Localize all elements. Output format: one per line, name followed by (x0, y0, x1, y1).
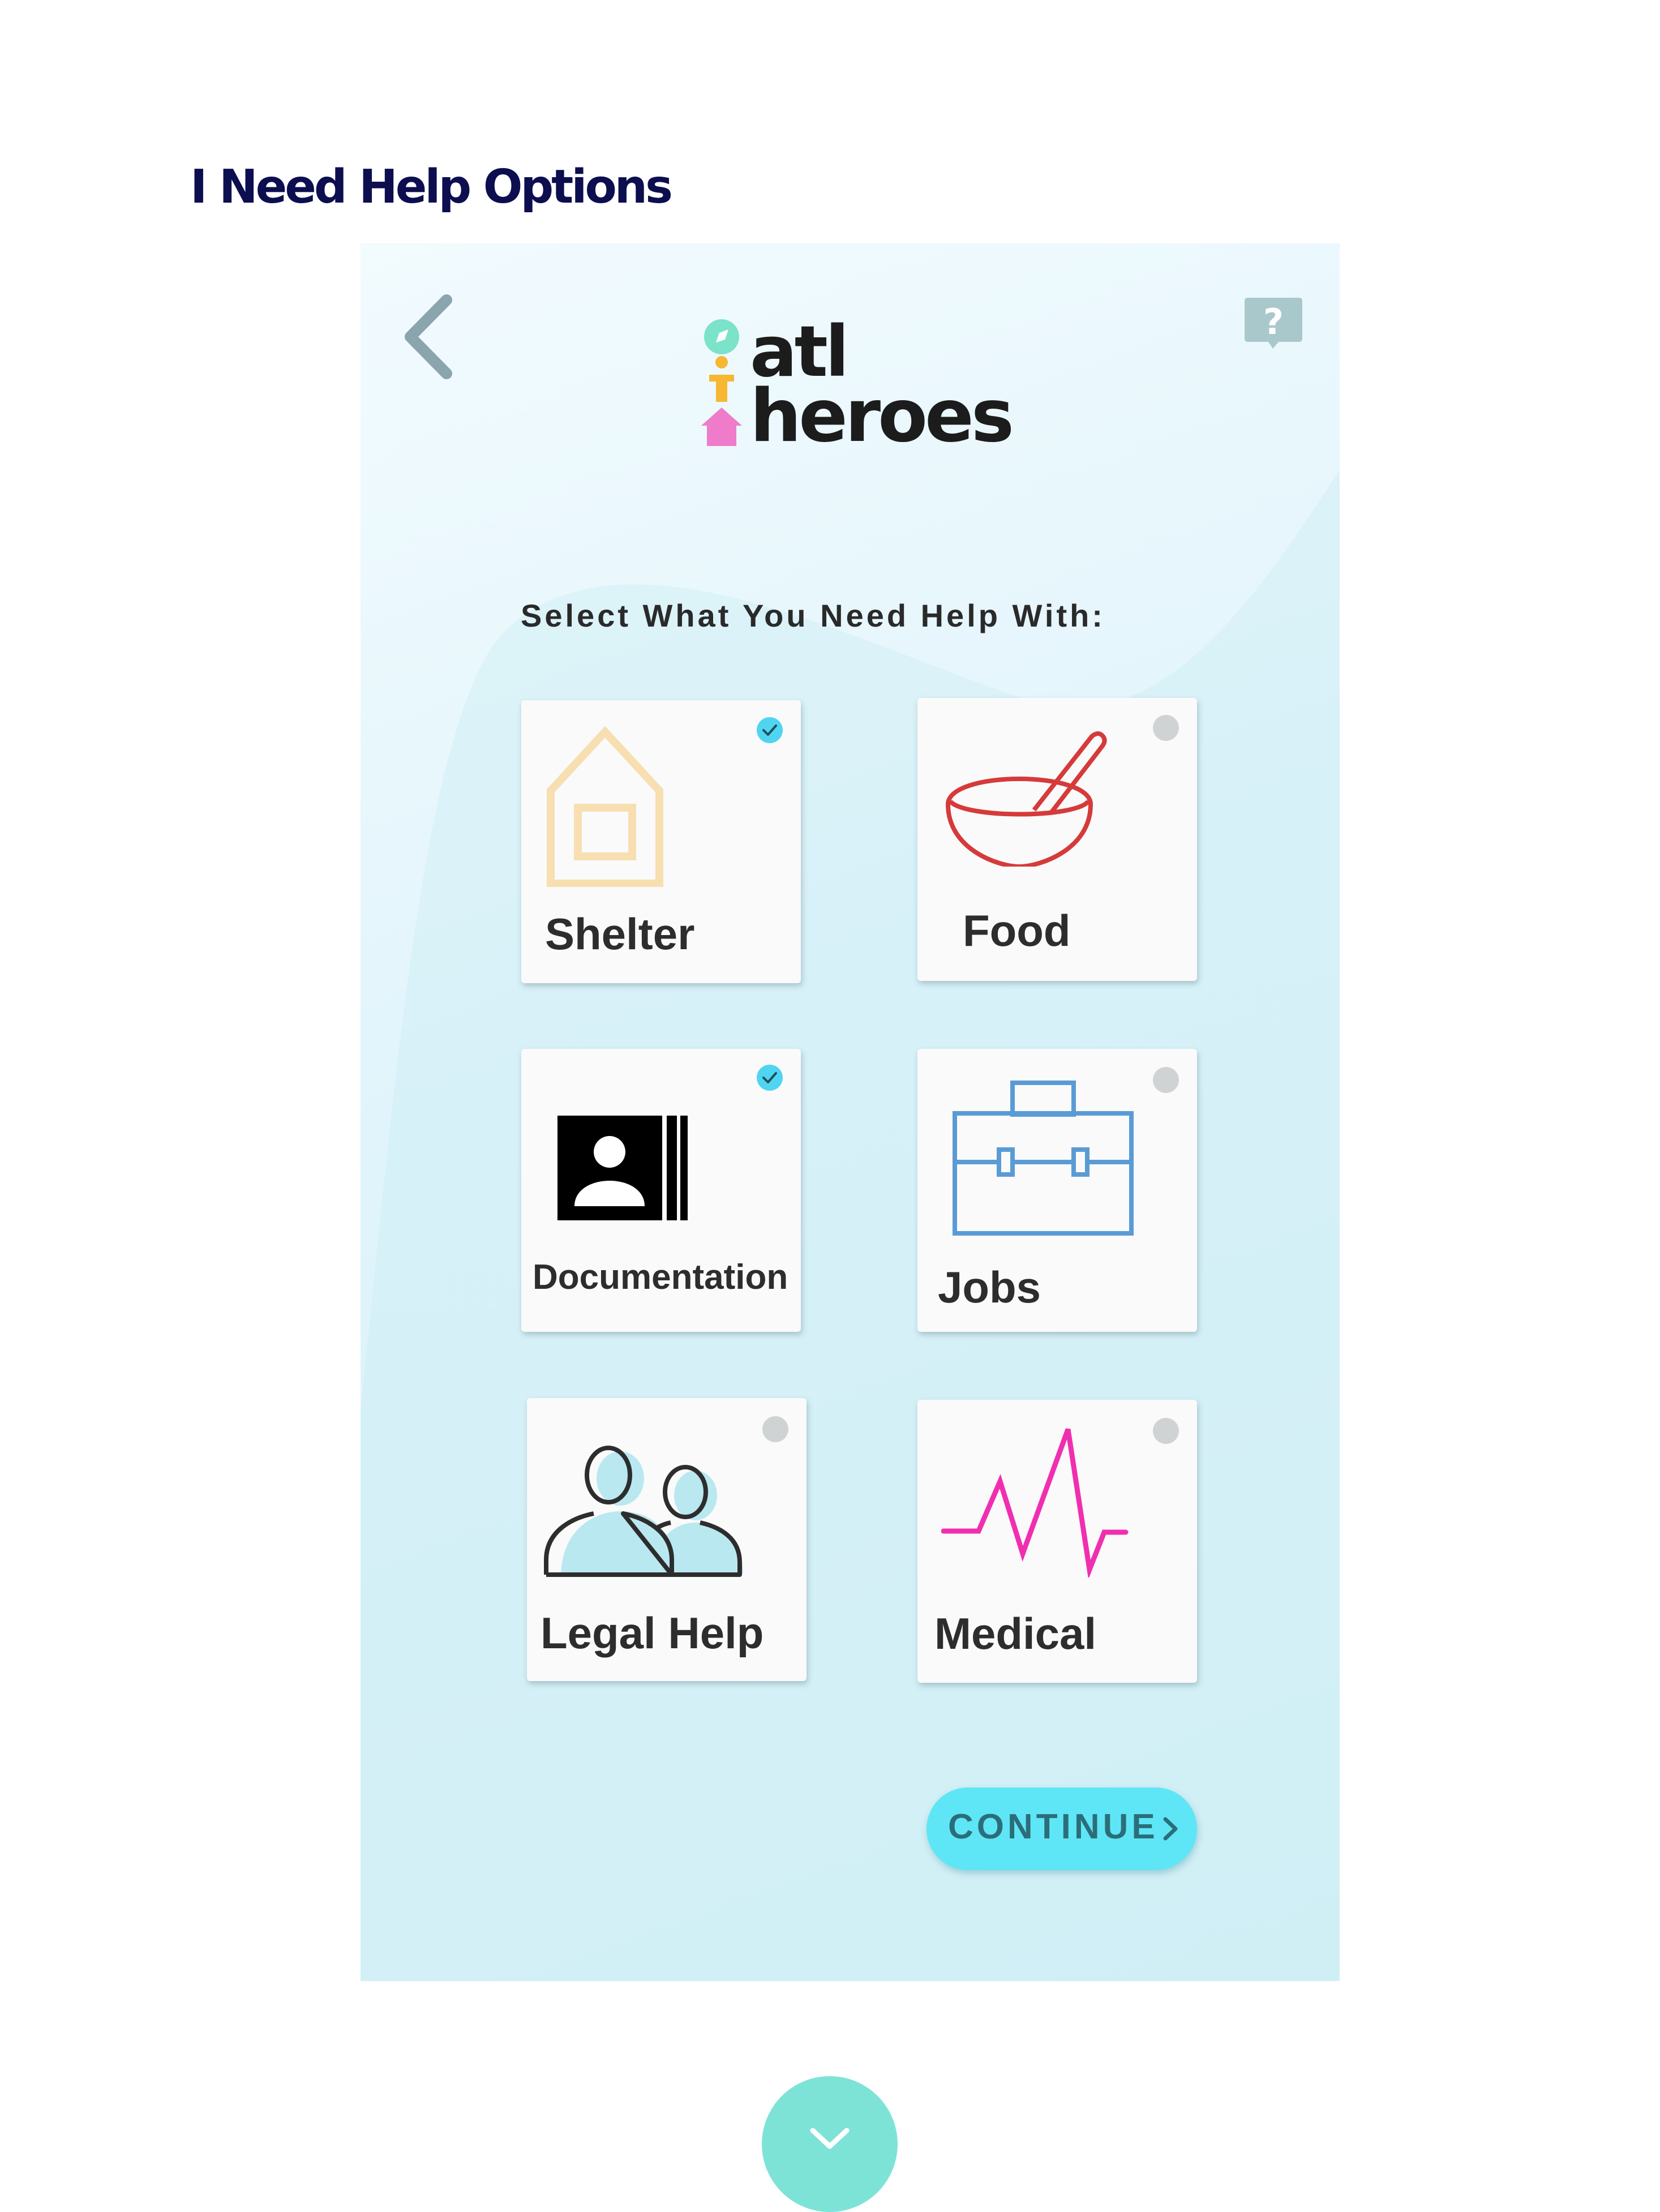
unselected-dot-icon (1153, 1418, 1179, 1444)
option-card-legal-help[interactable]: Legal Help (527, 1398, 807, 1681)
help-button[interactable]: ? (1242, 295, 1305, 352)
chevron-left-icon (405, 294, 452, 379)
logo-figures-icon (701, 319, 742, 446)
page-title: I Need Help Options (190, 160, 673, 214)
scroll-down-button[interactable] (762, 2076, 898, 2212)
option-label: Legal Help (541, 1608, 764, 1658)
option-label: Documentation (533, 1258, 788, 1297)
option-label: Medical (934, 1609, 1097, 1658)
option-card-jobs[interactable]: Jobs (917, 1049, 1197, 1332)
checkmark-icon (757, 717, 783, 743)
logo-wordmark: atl heroes (750, 317, 1014, 458)
logo-line-2: heroes (750, 374, 1014, 458)
heartbeat-icon (941, 1428, 1129, 1577)
house-icon (547, 726, 663, 887)
back-button[interactable] (401, 294, 458, 379)
app-screen: ? atl heroes Select What You Need Help W… (361, 243, 1340, 1981)
svg-text:?: ? (1263, 301, 1284, 342)
bowl-icon (945, 731, 1107, 867)
option-card-medical[interactable]: Medical (917, 1400, 1197, 1683)
briefcase-icon (953, 1081, 1134, 1236)
option-card-food[interactable]: Food (917, 698, 1197, 981)
option-card-shelter[interactable]: Shelter (521, 700, 801, 983)
help-icon: ? (1245, 298, 1302, 349)
chevron-right-icon (1163, 1817, 1178, 1841)
option-label: Shelter (545, 909, 695, 959)
option-label: Jobs (938, 1262, 1041, 1312)
continue-label: CONTINUE (948, 1807, 1159, 1846)
option-card-documentation[interactable]: Documentation (521, 1049, 801, 1332)
id-card-icon (557, 1116, 688, 1220)
unselected-dot-icon (1153, 715, 1179, 741)
continue-button[interactable]: CONTINUE (926, 1787, 1197, 1870)
people-icon (544, 1446, 743, 1577)
help-prompt: Select What You Need Help With: (521, 598, 1105, 633)
option-label: Food (963, 906, 1071, 955)
chevron-down-icon (810, 2128, 850, 2149)
checkmark-icon (757, 1065, 783, 1091)
unselected-dot-icon (1153, 1067, 1179, 1093)
unselected-dot-icon (762, 1416, 788, 1442)
atl-heroes-logo: atl heroes (700, 317, 1040, 453)
